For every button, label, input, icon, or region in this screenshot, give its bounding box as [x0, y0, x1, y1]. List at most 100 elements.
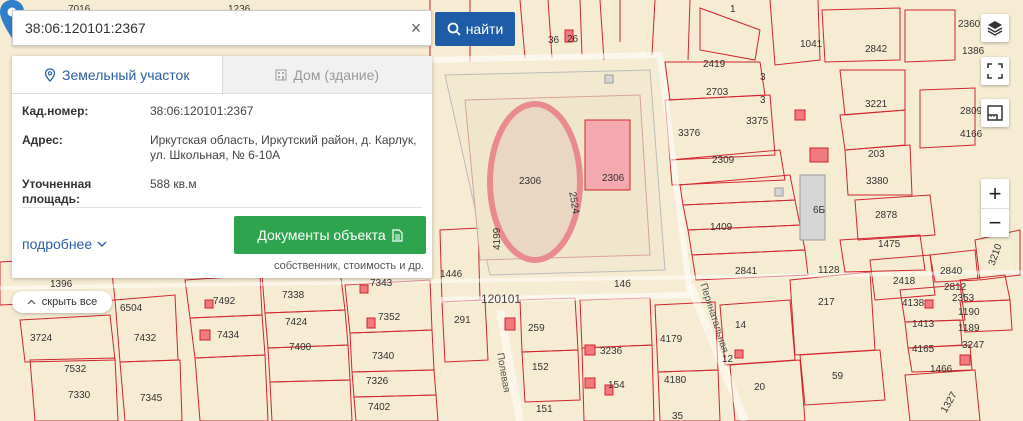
parcel-label: 151 [536, 404, 553, 415]
parcel-label: 1466 [930, 364, 953, 375]
parcel-label: 4138 [902, 298, 925, 309]
parcel-label: 26 [567, 34, 579, 45]
parcel-label: 59 [832, 371, 844, 382]
layers-button[interactable] [981, 14, 1009, 42]
object-documents-button[interactable]: Документы объекта [234, 216, 426, 254]
parcel-label: 6504 [120, 303, 143, 314]
parcel-label: 1413 [912, 319, 935, 330]
building-icon [275, 68, 288, 81]
object-documents-label: Документы объекта [257, 227, 386, 243]
parcel-label: 36 [548, 35, 560, 46]
parcel-label: 4179 [660, 334, 683, 345]
parcel-label: 7424 [285, 317, 308, 328]
parcel-label: 4180 [664, 375, 687, 386]
parcel-label: 1409 [710, 222, 733, 233]
parcel-label: 4166 [960, 129, 983, 140]
zoom-controls: + − [981, 179, 1009, 237]
parcel-label: 203 [868, 149, 885, 160]
parcel-label: 7345 [140, 393, 163, 404]
parcel-label: 14 [735, 320, 747, 331]
parcel-label: 2840 [940, 266, 963, 277]
area-value: 588 кв.м [150, 177, 197, 191]
parcel-label: 4199 [492, 227, 503, 250]
parcel-label: 7330 [68, 390, 91, 401]
parcel-label: 3 [760, 72, 766, 83]
search-button-label: найти [465, 21, 504, 37]
cadastral-number-value: 38:06:120101:2367 [150, 104, 254, 118]
parcel-label: 1041 [800, 39, 823, 50]
parcel-label: 7326 [366, 376, 389, 387]
ruler-button[interactable] [981, 99, 1009, 127]
parcel-label: 2353 [952, 293, 975, 304]
tab-land-plot[interactable]: Земельный участок [12, 56, 222, 93]
parcel-label: 6Б [813, 205, 826, 216]
zoom-in-button[interactable]: + [981, 179, 1009, 208]
parcel-label: 14б [614, 279, 631, 290]
parcel-label: 154 [608, 380, 625, 391]
parcel-label: 217 [818, 297, 835, 308]
parcel-label: 20 [754, 382, 766, 393]
parcel-label: 1128 [818, 265, 840, 276]
parcel-label: 7400 [289, 342, 312, 353]
more-details-label: подробнее [22, 236, 93, 252]
location-pin-icon [44, 67, 56, 82]
hide-all-button[interactable]: скрыть все [12, 291, 112, 313]
object-info-panel: Земельный участок Дом (здание) Кад.номер… [12, 56, 432, 278]
parcel-label: 7432 [134, 333, 157, 344]
parcel-label: 2418 [893, 276, 916, 287]
address-label: Адрес: [22, 133, 63, 147]
parcel-label: 259 [528, 323, 545, 334]
tab-building-label: Дом (здание) [293, 66, 380, 83]
parcel-label: 2809 [960, 106, 983, 117]
parcel-label: 2306 [519, 176, 542, 187]
parcel-label: 1190 [958, 307, 980, 318]
parcel-label: 2842 [865, 44, 888, 55]
parcel-label: 152 [532, 362, 549, 373]
search-button[interactable]: найти [435, 12, 515, 46]
parcel-label: 7352 [378, 312, 401, 323]
parcel-label: 3221 [865, 99, 888, 110]
parcel-label: 1396 [50, 279, 73, 290]
search-box: × [12, 10, 432, 46]
chevron-up-icon [27, 299, 36, 305]
parcel-label: 3376 [678, 128, 701, 139]
parcel-label: 2419 [703, 59, 726, 70]
parcel-label: 2841 [735, 266, 758, 277]
parcel-label: 2360 [958, 19, 981, 30]
clear-search-button[interactable]: × [401, 10, 431, 46]
divider [22, 207, 422, 208]
parcel-label: 7434 [217, 330, 240, 341]
parcel-label: 35 [672, 411, 684, 421]
parcel-label: 3375 [746, 116, 769, 127]
fullscreen-button[interactable] [981, 57, 1009, 85]
parcel-label: 1446 [440, 269, 463, 280]
documents-note: собственник, стоимость и др. [274, 260, 424, 272]
area-label: Уточненная площадь: [22, 177, 92, 206]
parcel-label: 3247 [962, 340, 985, 351]
parcel-label: 3236 [600, 346, 623, 357]
parcel-label: 291 [454, 315, 471, 326]
parcel-label: 7343 [370, 278, 393, 289]
parcel-label: 7532 [64, 364, 87, 375]
parcel-label: 2812 [944, 282, 967, 293]
tab-building[interactable]: Дом (здание) [221, 56, 432, 93]
address-value: Иркутская область, Иркутский район, д. К… [150, 133, 417, 162]
parcel-label: 1386 [962, 46, 985, 57]
parcel-label: 7492 [213, 296, 236, 307]
parcel-label: 2703 [706, 87, 729, 98]
tab-land-plot-label: Земельный участок [62, 66, 190, 83]
parcel-label: 1 [730, 4, 736, 15]
fullscreen-icon [987, 63, 1003, 79]
info-rows: Кад.номер: 38:06:120101:2367 Адрес: Ирку… [12, 94, 432, 207]
parcel-label: 2309 [712, 155, 735, 166]
parcel-label: 12 [722, 354, 734, 365]
layers-icon [987, 21, 1003, 36]
parcel-label: 7340 [372, 351, 395, 362]
parcel-label: 7402 [368, 402, 391, 413]
parcel-label: 3724 [30, 333, 53, 344]
zoom-out-button[interactable]: − [981, 208, 1009, 237]
search-input[interactable] [13, 11, 401, 45]
cadastral-number-row: Кад.номер: 38:06:120101:2367 [22, 104, 422, 119]
parcel-label: 2306 [602, 173, 625, 184]
more-details-link[interactable]: подробнее [22, 236, 107, 252]
